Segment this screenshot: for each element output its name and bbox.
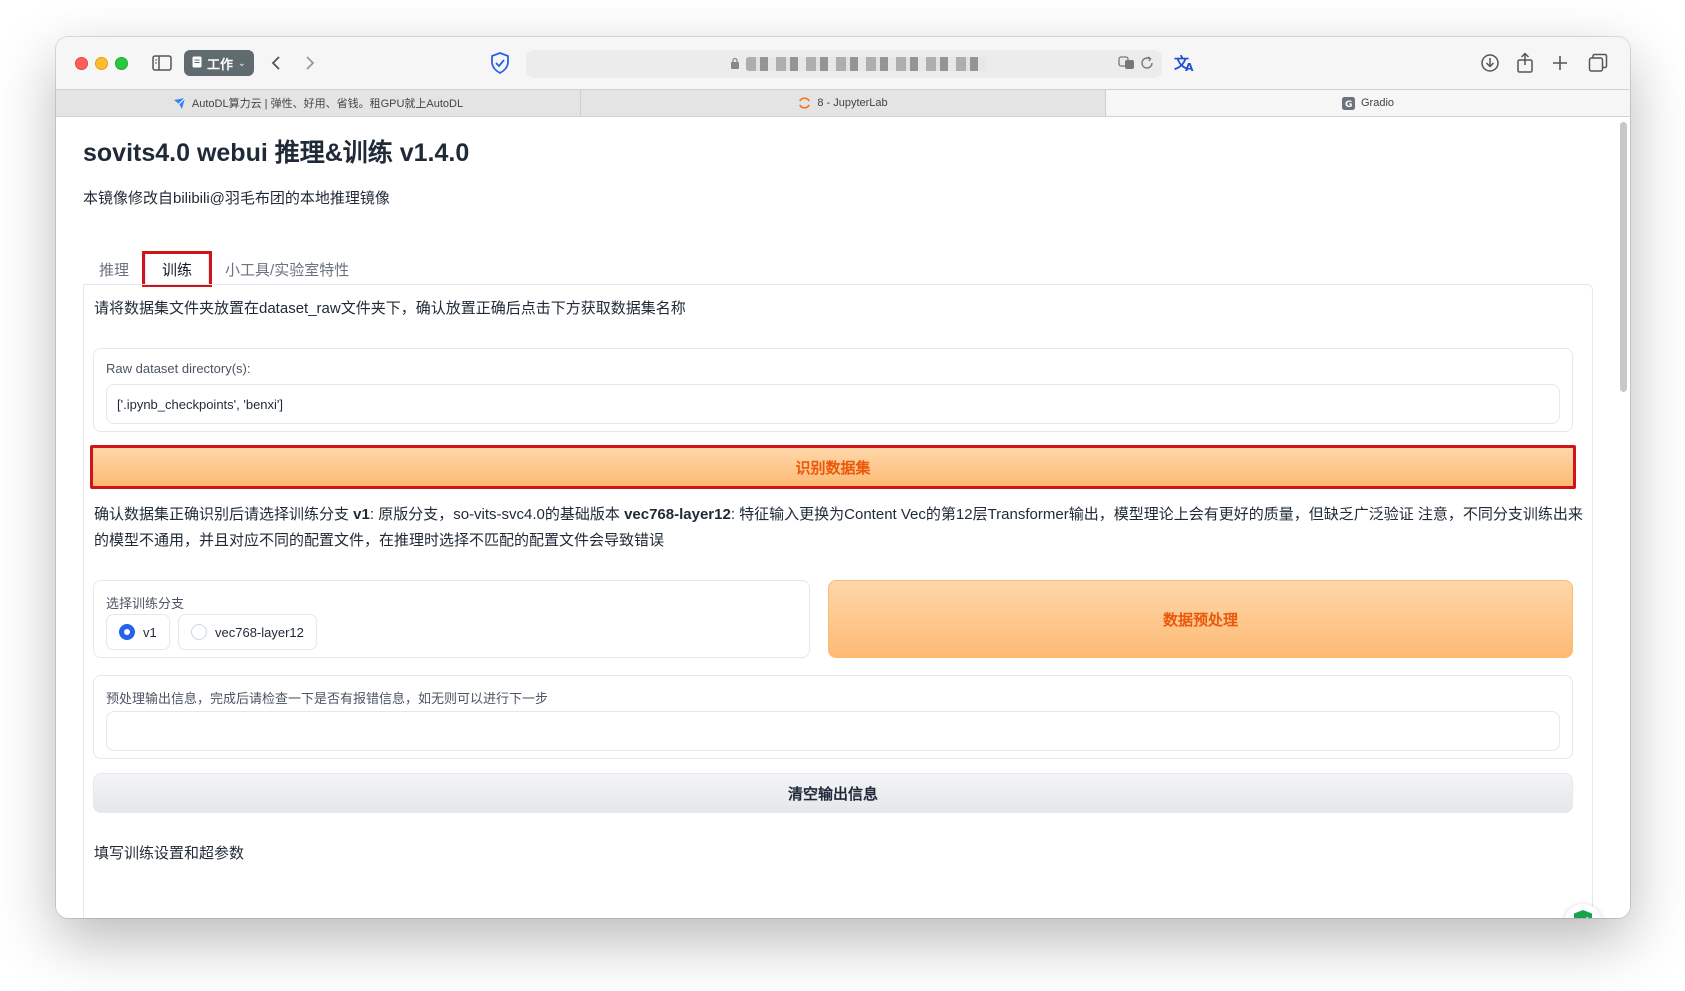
jupyter-loading-icon xyxy=(798,97,811,110)
radio-label: v1 xyxy=(143,624,157,640)
browser-tab-strip: AutoDL算力云 | 弹性、好用、省钱。租GPU就上AutoDL 8 - Ju… xyxy=(56,89,1630,117)
preprocess-button[interactable]: 数据预处理 xyxy=(828,580,1573,658)
branch-option-v1[interactable]: v1 xyxy=(106,614,170,650)
autodl-icon xyxy=(173,97,186,110)
raw-dataset-block: Raw dataset directory(s): ['.ipynb_check… xyxy=(93,348,1573,432)
workspace-button[interactable]: 工作 ⌄ xyxy=(184,50,254,76)
tab-training[interactable]: 训练 xyxy=(142,251,213,287)
training-panel: 请将数据集文件夹放置在dataset_raw文件夹下，确认放置正确后点击下方获取… xyxy=(83,284,1593,918)
translate-extension-icon[interactable]: 文A xyxy=(1174,51,1196,75)
main-tabs: 推理 训练 小工具/实验室特性 xyxy=(83,251,365,287)
url-text-redacted xyxy=(746,57,986,71)
translate-page-icon[interactable] xyxy=(1118,51,1136,75)
dataset-instructions: 请将数据集文件夹放置在dataset_raw文件夹下，确认放置正确后点击下方获取… xyxy=(94,300,686,317)
identify-dataset-button[interactable]: 识别数据集 xyxy=(90,445,1576,489)
branch-select-block: 选择训练分支 v1 vec768-layer12 xyxy=(93,580,810,658)
chevron-down-icon: ⌄ xyxy=(238,57,246,68)
gradio-icon: G xyxy=(1341,96,1355,110)
share-icon[interactable] xyxy=(1516,51,1534,75)
tab-label: AutoDL算力云 | 弹性、好用、省钱。租GPU就上AutoDL xyxy=(191,98,464,110)
reload-icon[interactable] xyxy=(1140,51,1154,75)
tab-autodl[interactable]: AutoDL算力云 | 弹性、好用、省钱。租GPU就上AutoDL xyxy=(56,90,581,116)
preprocess-output-block: 预处理输出信息，完成后请检查一下是否有报错信息，如无则可以进行下一步 xyxy=(93,675,1573,759)
page-scrollbar[interactable] xyxy=(1620,122,1627,392)
preprocess-output-label: 预处理输出信息，完成后请检查一下是否有报错信息，如无则可以进行下一步 xyxy=(106,691,549,706)
lock-icon xyxy=(730,51,740,75)
shield-check-icon xyxy=(1572,909,1594,918)
branch-description: 确认数据集正确识别后请选择训练分支 v1: 原版分支，so-vits-svc4.… xyxy=(94,502,1584,554)
close-window-button[interactable] xyxy=(75,57,88,70)
tab-gradio[interactable]: G Gradio xyxy=(1106,90,1630,116)
branch-note-text: : 原版分支，so-vits-svc4.0的基础版本 xyxy=(369,506,625,523)
tab-label: 8 - JupyterLab xyxy=(817,97,888,109)
svg-text:A: A xyxy=(1185,61,1194,73)
radio-label: vec768-layer12 xyxy=(215,624,304,640)
workspace-label: 工作 xyxy=(207,56,234,72)
page-title: sovits4.0 webui 推理&训练 v1.4.0 xyxy=(83,139,470,167)
branch-select-label: 选择训练分支 xyxy=(106,596,185,611)
page-subtitle: 本镜像修改自bilibili@羽毛布团的本地推理镜像 xyxy=(83,190,390,207)
document-icon xyxy=(192,56,202,71)
training-settings-heading: 填写训练设置和超参数 xyxy=(94,845,245,862)
tab-inference[interactable]: 推理 xyxy=(83,253,145,285)
browser-window: 工作 ⌄ 文A AutoDL算力云 | 弹性、好用、省钱。租GPU就上AutoD… xyxy=(56,37,1630,918)
browser-toolbar: 工作 ⌄ 文A xyxy=(56,37,1630,89)
radio-selected-icon xyxy=(119,624,135,640)
tab-jupyterlab[interactable]: 8 - JupyterLab xyxy=(581,90,1106,116)
privacy-shield-icon[interactable] xyxy=(490,51,510,75)
tab-overview-icon[interactable] xyxy=(1588,51,1608,75)
zoom-window-button[interactable] xyxy=(115,57,128,70)
forward-icon[interactable] xyxy=(304,51,316,75)
raw-dataset-label: Raw dataset directory(s): xyxy=(106,361,251,376)
new-tab-icon[interactable] xyxy=(1552,51,1568,75)
preprocess-output-field[interactable] xyxy=(106,711,1560,751)
radio-empty-icon xyxy=(191,624,207,640)
tab-tools[interactable]: 小工具/实验室特性 xyxy=(209,253,365,285)
web-page: sovits4.0 webui 推理&训练 v1.4.0 本镜像修改自bilib… xyxy=(56,118,1630,918)
sidebar-icon[interactable] xyxy=(152,51,172,75)
branch-note-text: 确认数据集正确识别后请选择训练分支 xyxy=(94,506,354,523)
download-icon[interactable] xyxy=(1480,51,1500,75)
tab-label: Gradio xyxy=(1360,97,1395,109)
branch-option-vec768[interactable]: vec768-layer12 xyxy=(178,614,317,650)
back-icon[interactable] xyxy=(270,51,282,75)
minimize-window-button[interactable] xyxy=(95,57,108,70)
branch-note-vec: vec768-layer12 xyxy=(624,506,731,523)
svg-text:G: G xyxy=(1345,100,1352,110)
branch-note-v1: v1 xyxy=(353,506,370,523)
raw-dataset-field[interactable]: ['.ipynb_checkpoints', 'benxi'] xyxy=(106,384,1560,424)
clear-output-button[interactable]: 清空输出信息 xyxy=(93,773,1573,813)
